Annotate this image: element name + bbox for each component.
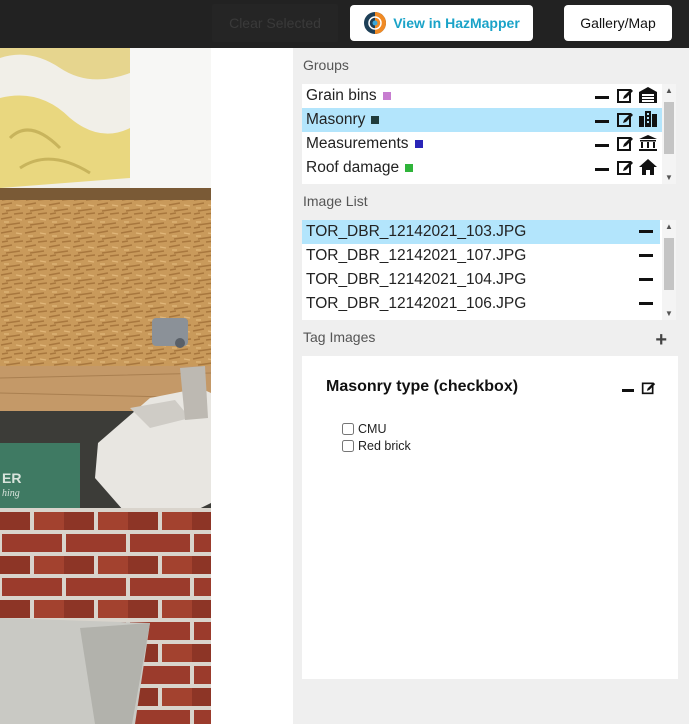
tag-option-cmu[interactable]: CMU xyxy=(342,422,386,436)
scroll-up-icon[interactable]: ▲ xyxy=(665,222,673,231)
group-color-swatch xyxy=(382,92,391,100)
image-list-item[interactable]: TOR_DBR_12142021_106.JPG xyxy=(302,292,660,316)
image-list-item[interactable]: TOR_DBR_12142021_104.JPG xyxy=(302,268,660,292)
edit-icon[interactable] xyxy=(616,86,634,109)
group-name: Measurements xyxy=(306,135,409,152)
image-filename: TOR_DBR_12142021_106.JPG xyxy=(306,295,527,312)
tag-images-heading: Tag Images xyxy=(303,329,376,345)
remove-image-icon[interactable] xyxy=(639,254,653,257)
cmu-checkbox[interactable] xyxy=(342,423,354,435)
groups-heading: Groups xyxy=(303,57,349,73)
group-color-swatch xyxy=(405,164,414,172)
image-filename: TOR_DBR_12142021_107.JPG xyxy=(306,247,527,264)
image-filename: TOR_DBR_12142021_104.JPG xyxy=(306,271,527,288)
group-name: Roof damage xyxy=(306,159,400,176)
warehouse-icon xyxy=(638,86,658,109)
hazmapper-logo-icon xyxy=(363,11,387,35)
image-list-item[interactable]: TOR_DBR_12142021_103.JPG xyxy=(302,220,660,244)
remove-group-icon[interactable] xyxy=(595,120,609,123)
groups-scroll-thumb[interactable] xyxy=(664,102,674,154)
clear-selected-button[interactable]: Clear Selected xyxy=(212,4,338,42)
tag-title: Masonry type (checkbox) xyxy=(326,378,519,395)
edit-icon[interactable] xyxy=(616,158,634,181)
scroll-up-icon[interactable]: ▲ xyxy=(665,86,673,95)
remove-image-icon[interactable] xyxy=(639,302,653,305)
remove-tag-icon[interactable] xyxy=(622,388,634,392)
image-list[interactable]: TOR_DBR_12142021_103.JPG TOR_DBR_1214202… xyxy=(302,220,676,320)
group-item-measurements[interactable]: Measurements xyxy=(302,132,676,156)
remove-group-icon[interactable] xyxy=(595,168,609,171)
landmark-icon xyxy=(638,134,658,157)
group-color-swatch xyxy=(371,116,380,124)
top-toolbar: Clear Selected View in HazMapper Gallery… xyxy=(0,0,689,48)
svg-text:hing: hing xyxy=(2,488,20,499)
city-buildings-icon xyxy=(638,110,658,133)
damage-photo: ER hing xyxy=(0,48,211,724)
group-name: Masonry xyxy=(306,111,366,128)
group-name: Grain bins xyxy=(306,87,377,104)
remove-group-icon[interactable] xyxy=(595,96,609,99)
scroll-down-icon[interactable]: ▼ xyxy=(665,309,673,318)
hazmapper-button-label: View in HazMapper xyxy=(393,15,520,31)
tag-option-red-brick[interactable]: Red brick xyxy=(342,439,411,453)
edit-icon[interactable] xyxy=(616,110,634,133)
image-list-scroll-thumb[interactable] xyxy=(664,238,674,290)
image-list-item[interactable]: TOR_DBR_12142021_107.JPG xyxy=(302,244,660,268)
tag-option-label: Red brick xyxy=(358,439,411,453)
add-tag-icon[interactable]: + xyxy=(655,329,667,352)
tag-card: Masonry type (checkbox) CMU Red brick xyxy=(302,356,678,679)
image-list-scrollbar[interactable]: ▲ ▼ xyxy=(662,220,676,320)
photo-margin xyxy=(211,48,293,724)
edit-tag-icon[interactable] xyxy=(641,380,656,400)
side-panel: Groups Grain bins Masonry Measurements R… xyxy=(293,48,689,724)
groups-scrollbar[interactable]: ▲ ▼ xyxy=(662,84,676,184)
group-item-masonry[interactable]: Masonry xyxy=(302,108,676,132)
view-in-hazmapper-button[interactable]: View in HazMapper xyxy=(350,5,533,41)
remove-group-icon[interactable] xyxy=(595,144,609,147)
tag-option-label: CMU xyxy=(358,422,387,436)
remove-image-icon[interactable] xyxy=(639,230,653,233)
house-icon xyxy=(638,158,658,181)
group-item-grain-bins[interactable]: Grain bins xyxy=(302,84,676,108)
scroll-down-icon[interactable]: ▼ xyxy=(665,173,673,182)
gallery-map-button[interactable]: Gallery/Map xyxy=(564,5,672,41)
groups-list[interactable]: Grain bins Masonry Measurements Roof dam… xyxy=(302,84,676,184)
image-list-heading: Image List xyxy=(303,193,368,209)
group-item-roof-damage[interactable]: Roof damage xyxy=(302,156,676,180)
group-color-swatch xyxy=(414,140,423,148)
remove-image-icon[interactable] xyxy=(639,278,653,281)
selected-photo-view[interactable]: ER hing xyxy=(0,48,211,724)
red-brick-checkbox[interactable] xyxy=(342,440,354,452)
svg-text:ER: ER xyxy=(2,470,21,486)
image-filename: TOR_DBR_12142021_103.JPG xyxy=(306,223,527,240)
edit-icon[interactable] xyxy=(616,134,634,157)
